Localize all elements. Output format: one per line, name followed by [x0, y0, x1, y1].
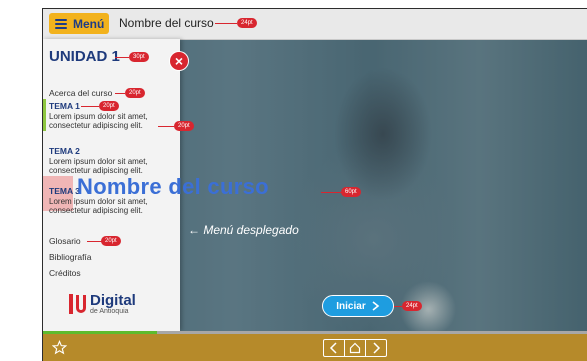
menu-label: Menú — [73, 16, 105, 31]
annotation-line — [81, 106, 99, 107]
logo-sub-text: de Antioquia — [90, 308, 129, 315]
tema-title-size-badge: 20pt — [99, 101, 119, 111]
annotation-line — [115, 93, 125, 94]
chevron-left-icon — [329, 342, 337, 354]
logo-text: Digital de Antioquia — [90, 293, 136, 315]
close-menu-button[interactable]: × — [170, 52, 188, 70]
progress-track — [43, 331, 587, 334]
tema-desc-line: consectetur adipiscing elit. — [49, 206, 143, 215]
tema-title: TEMA 2 — [49, 146, 80, 156]
chevron-right-icon — [373, 342, 381, 354]
tema-desc-size-badge: 20pt — [174, 121, 194, 131]
logo-main-text: Digital — [90, 292, 136, 309]
course-name-size-badge: 24pt — [237, 18, 257, 28]
hero-title-size-badge: 60pt — [341, 187, 361, 197]
start-label: Iniciar — [336, 300, 366, 312]
about-size-badge: 20pt — [125, 88, 145, 98]
course-name: Nombre del curso — [119, 16, 214, 30]
hero-course-title: Nombre del curso — [77, 174, 269, 199]
nav-controls — [323, 339, 387, 357]
top-bar: Menú Nombre del curso 24pt — [43, 9, 587, 40]
annotation-line — [394, 306, 402, 307]
tema-desc-line: Lorem ipsum dolor sit amet, — [49, 111, 148, 121]
unit-title-size-badge: 30pt — [129, 52, 149, 62]
brand-logo: Digital de Antioquia — [69, 293, 136, 315]
annotation-line — [215, 23, 237, 24]
sidebar-item-bibliography[interactable]: Bibliografía — [49, 252, 92, 262]
annotation-line — [158, 126, 174, 127]
unit-title: UNIDAD 1 — [49, 48, 120, 65]
home-icon — [349, 342, 361, 354]
annotation-line — [321, 192, 341, 193]
logo-bar-shape — [69, 294, 73, 314]
chevron-right-icon — [372, 301, 380, 311]
star-icon[interactable] — [52, 340, 67, 355]
progress-fill — [43, 331, 158, 334]
start-button[interactable]: Iniciar — [322, 295, 394, 317]
app-frame: Menú Nombre del curso 24pt UNIDAD 1 30pt… — [42, 8, 587, 361]
sidebar-item-credits[interactable]: Créditos — [49, 268, 81, 278]
logo-u-shape — [76, 295, 86, 313]
prev-button[interactable] — [324, 340, 345, 356]
glossary-size-badge: 20pt — [101, 236, 121, 246]
close-icon: × — [174, 53, 184, 69]
sidebar-item-tema-2[interactable]: TEMA 2 Lorem ipsum dolor sit amet, conse… — [43, 146, 180, 176]
menu-unfolded-note: ← Menú desplegado — [188, 223, 299, 237]
home-button[interactable] — [345, 340, 366, 356]
next-button[interactable] — [366, 340, 386, 356]
sidebar-item-glossary[interactable]: Glosario — [49, 236, 81, 246]
sidebar-item-about[interactable]: Acerca del curso — [49, 88, 112, 98]
start-size-badge: 24pt — [402, 301, 422, 311]
bottom-bar — [43, 331, 587, 361]
tema-desc-line: Lorem ipsum dolor sit amet, — [49, 156, 148, 166]
hamburger-icon — [55, 18, 67, 29]
menu-button[interactable]: Menú — [49, 13, 109, 34]
annotation-line — [115, 57, 129, 58]
